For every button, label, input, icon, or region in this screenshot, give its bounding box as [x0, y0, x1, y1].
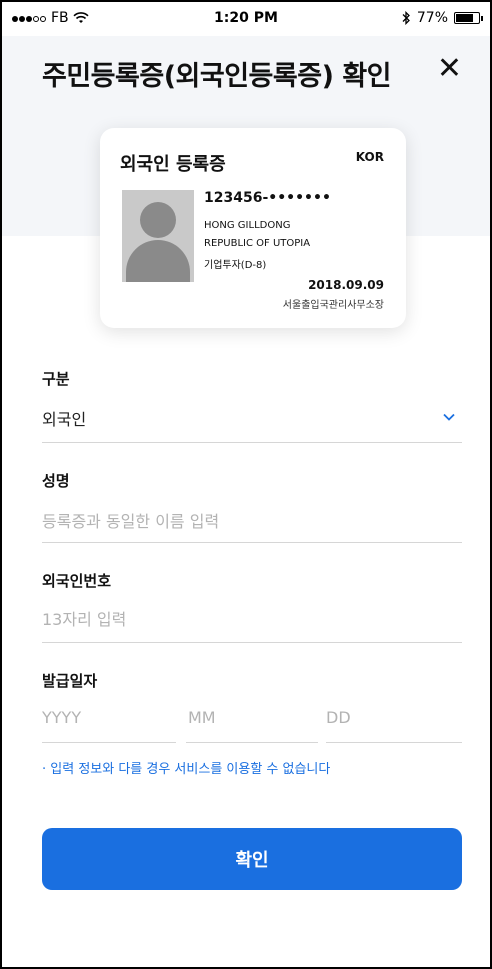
- battery-icon: [454, 12, 483, 24]
- name-underline: [42, 542, 462, 543]
- card-number: 123456-•••••••: [204, 190, 331, 206]
- type-underline: [42, 442, 462, 443]
- issue-month-input[interactable]: MM: [188, 708, 216, 727]
- type-select[interactable]: 외국인: [42, 406, 86, 430]
- card-country: KOR: [355, 150, 384, 164]
- bluetooth-icon: [402, 11, 410, 25]
- reg-number-input[interactable]: 13자리 입력: [42, 606, 126, 630]
- warning-text: · 입력 정보와 다를 경우 서비스를 이용할 수 없습니다: [42, 762, 331, 777]
- close-icon[interactable]: ✕: [437, 54, 462, 84]
- card-title: 외국인 등록증: [120, 154, 226, 175]
- phone-screen: FB 1:20 PM 77% 주민등록증(외국인등록증) 확인 ✕ 외국인 등록…: [0, 0, 492, 969]
- issue-day-input[interactable]: DD: [326, 708, 351, 727]
- card-issue-date: 2018.09.09: [308, 278, 384, 292]
- issue-year-input[interactable]: YYYY: [42, 708, 81, 727]
- card-nation: REPUBLIC OF UTOPIA: [204, 238, 311, 249]
- status-right: 77%: [401, 10, 483, 26]
- month-underline: [186, 742, 318, 743]
- name-input[interactable]: 등록증과 동일한 이름 입력: [42, 508, 219, 532]
- type-label: 구분: [42, 370, 70, 388]
- status-bar: FB 1:20 PM 77%: [2, 2, 490, 36]
- confirm-button[interactable]: 확인: [42, 828, 462, 890]
- card-office: 서울출입국관리사무소장: [282, 300, 384, 311]
- chevron-down-icon[interactable]: [442, 410, 456, 424]
- issue-date-label: 발급일자: [42, 672, 98, 690]
- card-name: HONG GILLDONG: [204, 220, 291, 231]
- battery-percent: 77%: [416, 10, 448, 26]
- day-underline: [326, 742, 462, 743]
- name-label: 성명: [42, 472, 70, 490]
- year-underline: [42, 742, 176, 743]
- id-card-sample: 외국인 등록증 KOR 123456-••••••• HONG GILLDONG…: [100, 128, 406, 328]
- reg-number-underline: [42, 642, 462, 643]
- card-photo: [122, 190, 194, 282]
- reg-number-label: 외국인번호: [42, 572, 112, 590]
- card-visa: 기업투자(D-8): [204, 260, 267, 271]
- page-title: 주민등록증(외국인등록증) 확인: [42, 61, 392, 92]
